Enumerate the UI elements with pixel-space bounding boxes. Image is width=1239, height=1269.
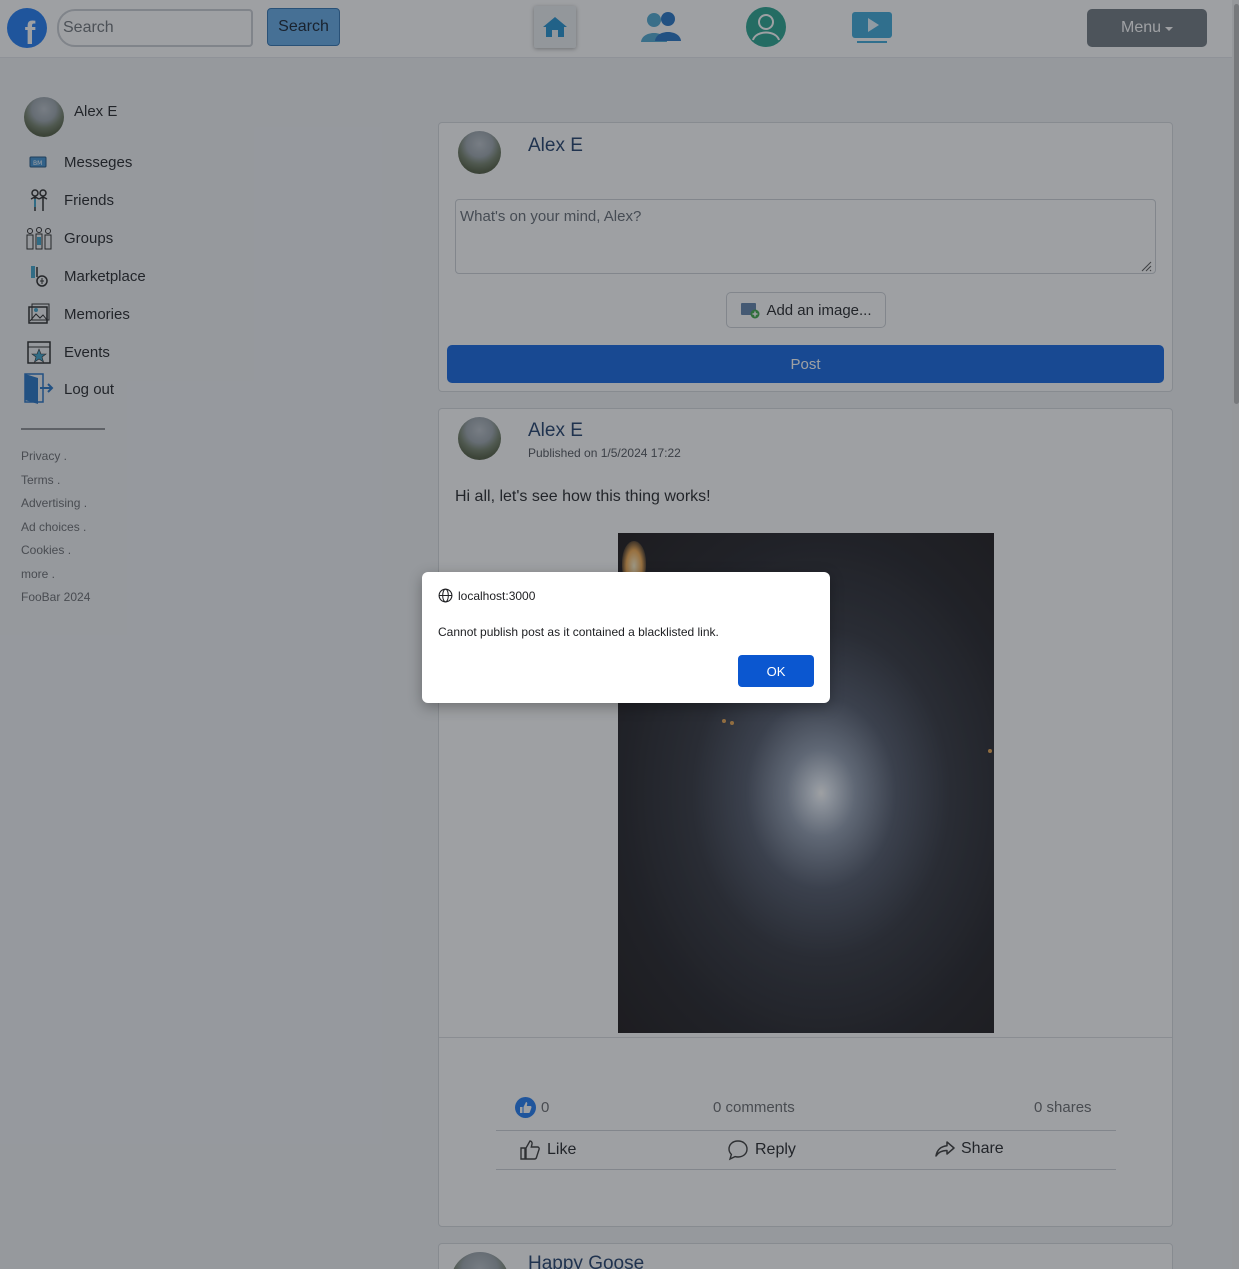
- dialog-origin-text: localhost:3000: [458, 588, 536, 603]
- alert-dialog: localhost:3000 Cannot publish post as it…: [422, 572, 830, 703]
- dialog-message: Cannot publish post as it contained a bl…: [438, 625, 719, 639]
- globe-icon: [438, 588, 453, 603]
- ok-button[interactable]: OK: [738, 655, 814, 687]
- dialog-origin: localhost:3000: [438, 588, 535, 603]
